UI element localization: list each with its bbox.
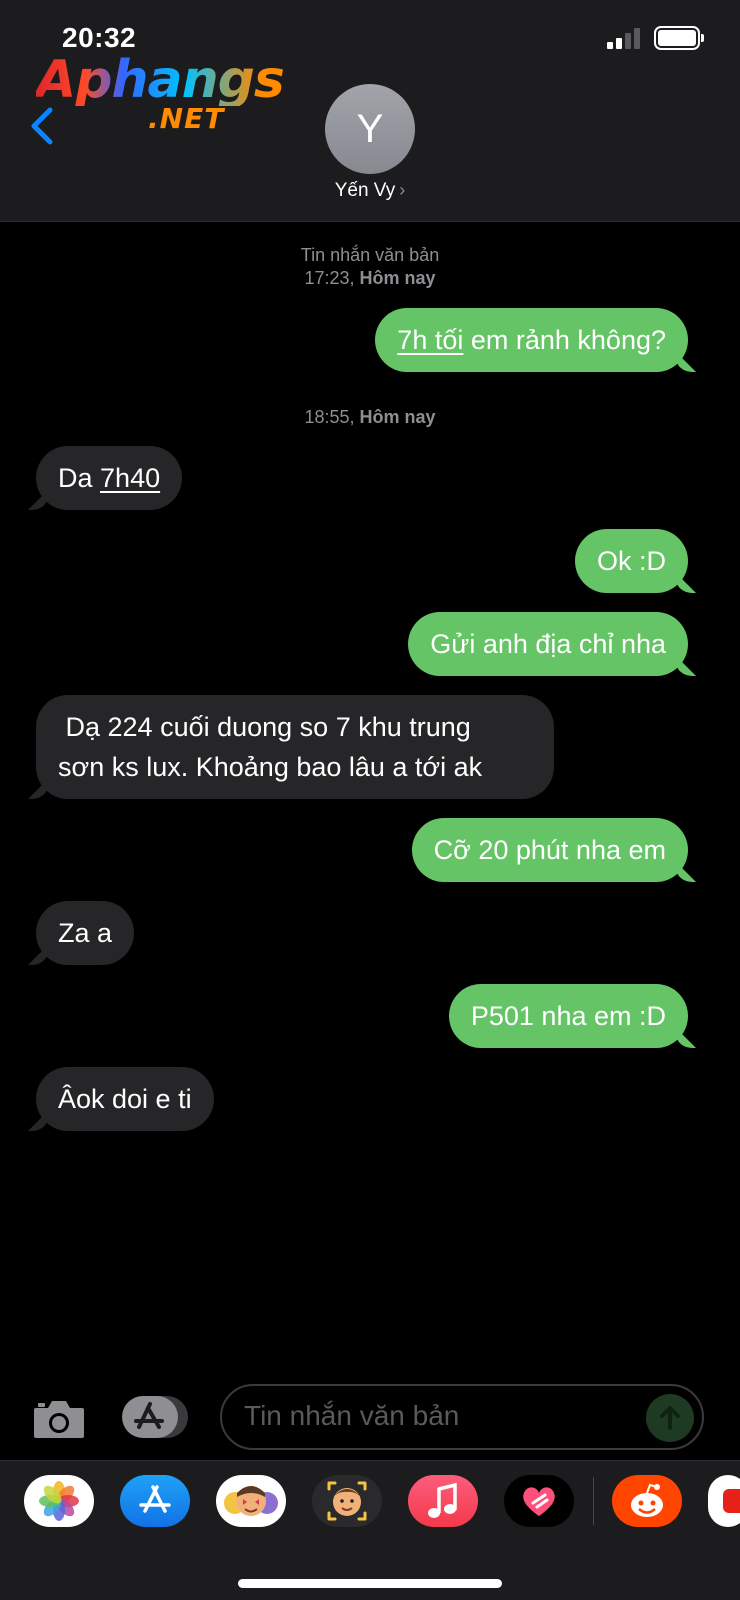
thread-timestamp: 18:55, Hôm nay xyxy=(0,406,740,429)
send-arrow-icon xyxy=(660,1406,680,1430)
message-bubble-sent[interactable]: 7h tối em rảnh không? xyxy=(375,308,688,372)
contact-name-button[interactable]: Yến Vy › xyxy=(0,180,740,202)
partial-app-icon[interactable] xyxy=(708,1475,740,1527)
camera-icon[interactable] xyxy=(32,1398,86,1440)
timestamp-day: Hôm nay xyxy=(359,407,436,427)
music-icon[interactable] xyxy=(408,1475,478,1527)
message-bubble-sent[interactable]: Ok :D xyxy=(574,529,688,593)
contact-avatar[interactable]: Y xyxy=(325,84,415,174)
watermark-logo: Aphangs .NET xyxy=(36,50,285,135)
conversation-header: 20:32 Aphangs .NET Y Yến Vy › xyxy=(0,0,740,222)
timestamp-time: 17:23, xyxy=(304,268,355,288)
send-button[interactable] xyxy=(646,1394,694,1442)
message-text: Za a xyxy=(58,918,113,948)
message-text-line: sơn ks lux. Khoảng bao lâu a tới ak xyxy=(58,752,483,782)
thread-timestamp: Tin nhắn văn bản 17:23, Hôm nay xyxy=(0,244,740,290)
message-text: Da xyxy=(58,463,101,493)
detected-time-link[interactable]: 7h40 xyxy=(100,463,160,493)
timestamp-day: Hôm nay xyxy=(359,268,436,288)
detected-time-link[interactable]: 7h tối xyxy=(397,325,463,355)
imessage-app-drawer xyxy=(0,1460,740,1600)
contact-name: Yến Vy xyxy=(334,180,396,201)
chevron-right-icon: › xyxy=(399,180,406,200)
message-text: Ok :D xyxy=(596,546,666,576)
message-bubble-sent[interactable]: P501 nha em :D xyxy=(448,984,688,1048)
digital-touch-icon[interactable] xyxy=(504,1475,574,1527)
message-type-label: Tin nhắn văn bản xyxy=(300,245,440,265)
message-bubble-sent[interactable]: Gửi anh địa chỉ nha xyxy=(408,612,688,676)
memoji-stickers-icon[interactable] xyxy=(216,1475,286,1527)
message-text: em rảnh không? xyxy=(463,325,666,355)
message-text: Cỡ 20 phút nha em xyxy=(433,835,666,865)
watermark-main: Aphangs xyxy=(36,50,285,110)
status-indicators xyxy=(607,26,704,50)
message-bubble-received[interactable]: Dạ 224 cuối duong so 7 khu trung sơn ks … xyxy=(36,695,554,799)
drawer-divider xyxy=(593,1477,594,1525)
message-text-line: Dạ 224 cuối duong so 7 khu trung xyxy=(58,712,471,742)
timestamp-time: 18:55, xyxy=(304,407,355,427)
message-input[interactable]: Tin nhắn văn bản xyxy=(220,1384,704,1450)
cellular-signal-icon xyxy=(607,27,640,49)
message-text: Âok doi e ti xyxy=(58,1084,192,1114)
app-store-icon[interactable] xyxy=(122,1396,190,1438)
home-indicator[interactable] xyxy=(238,1579,502,1588)
message-bubble-received[interactable]: Za a xyxy=(36,901,135,965)
back-chevron-icon[interactable] xyxy=(24,104,64,148)
message-text: P501 nha em :D xyxy=(470,1001,666,1031)
message-bubble-sent[interactable]: Cỡ 20 phút nha em xyxy=(411,818,688,882)
message-bubble-received[interactable]: Âok doi e ti xyxy=(36,1067,214,1131)
composer-bar: Tin nhắn văn bản xyxy=(0,1382,740,1456)
battery-icon xyxy=(654,26,704,50)
memoji-icon[interactable] xyxy=(312,1475,382,1527)
photos-icon[interactable] xyxy=(24,1475,94,1527)
message-input-placeholder: Tin nhắn văn bản xyxy=(244,1400,460,1431)
message-bubble-received[interactable]: Da 7h40 xyxy=(36,446,183,510)
message-text: Gửi anh địa chỉ nha xyxy=(430,629,666,659)
reddit-icon[interactable] xyxy=(612,1475,682,1527)
app-store-icon[interactable] xyxy=(120,1475,190,1527)
